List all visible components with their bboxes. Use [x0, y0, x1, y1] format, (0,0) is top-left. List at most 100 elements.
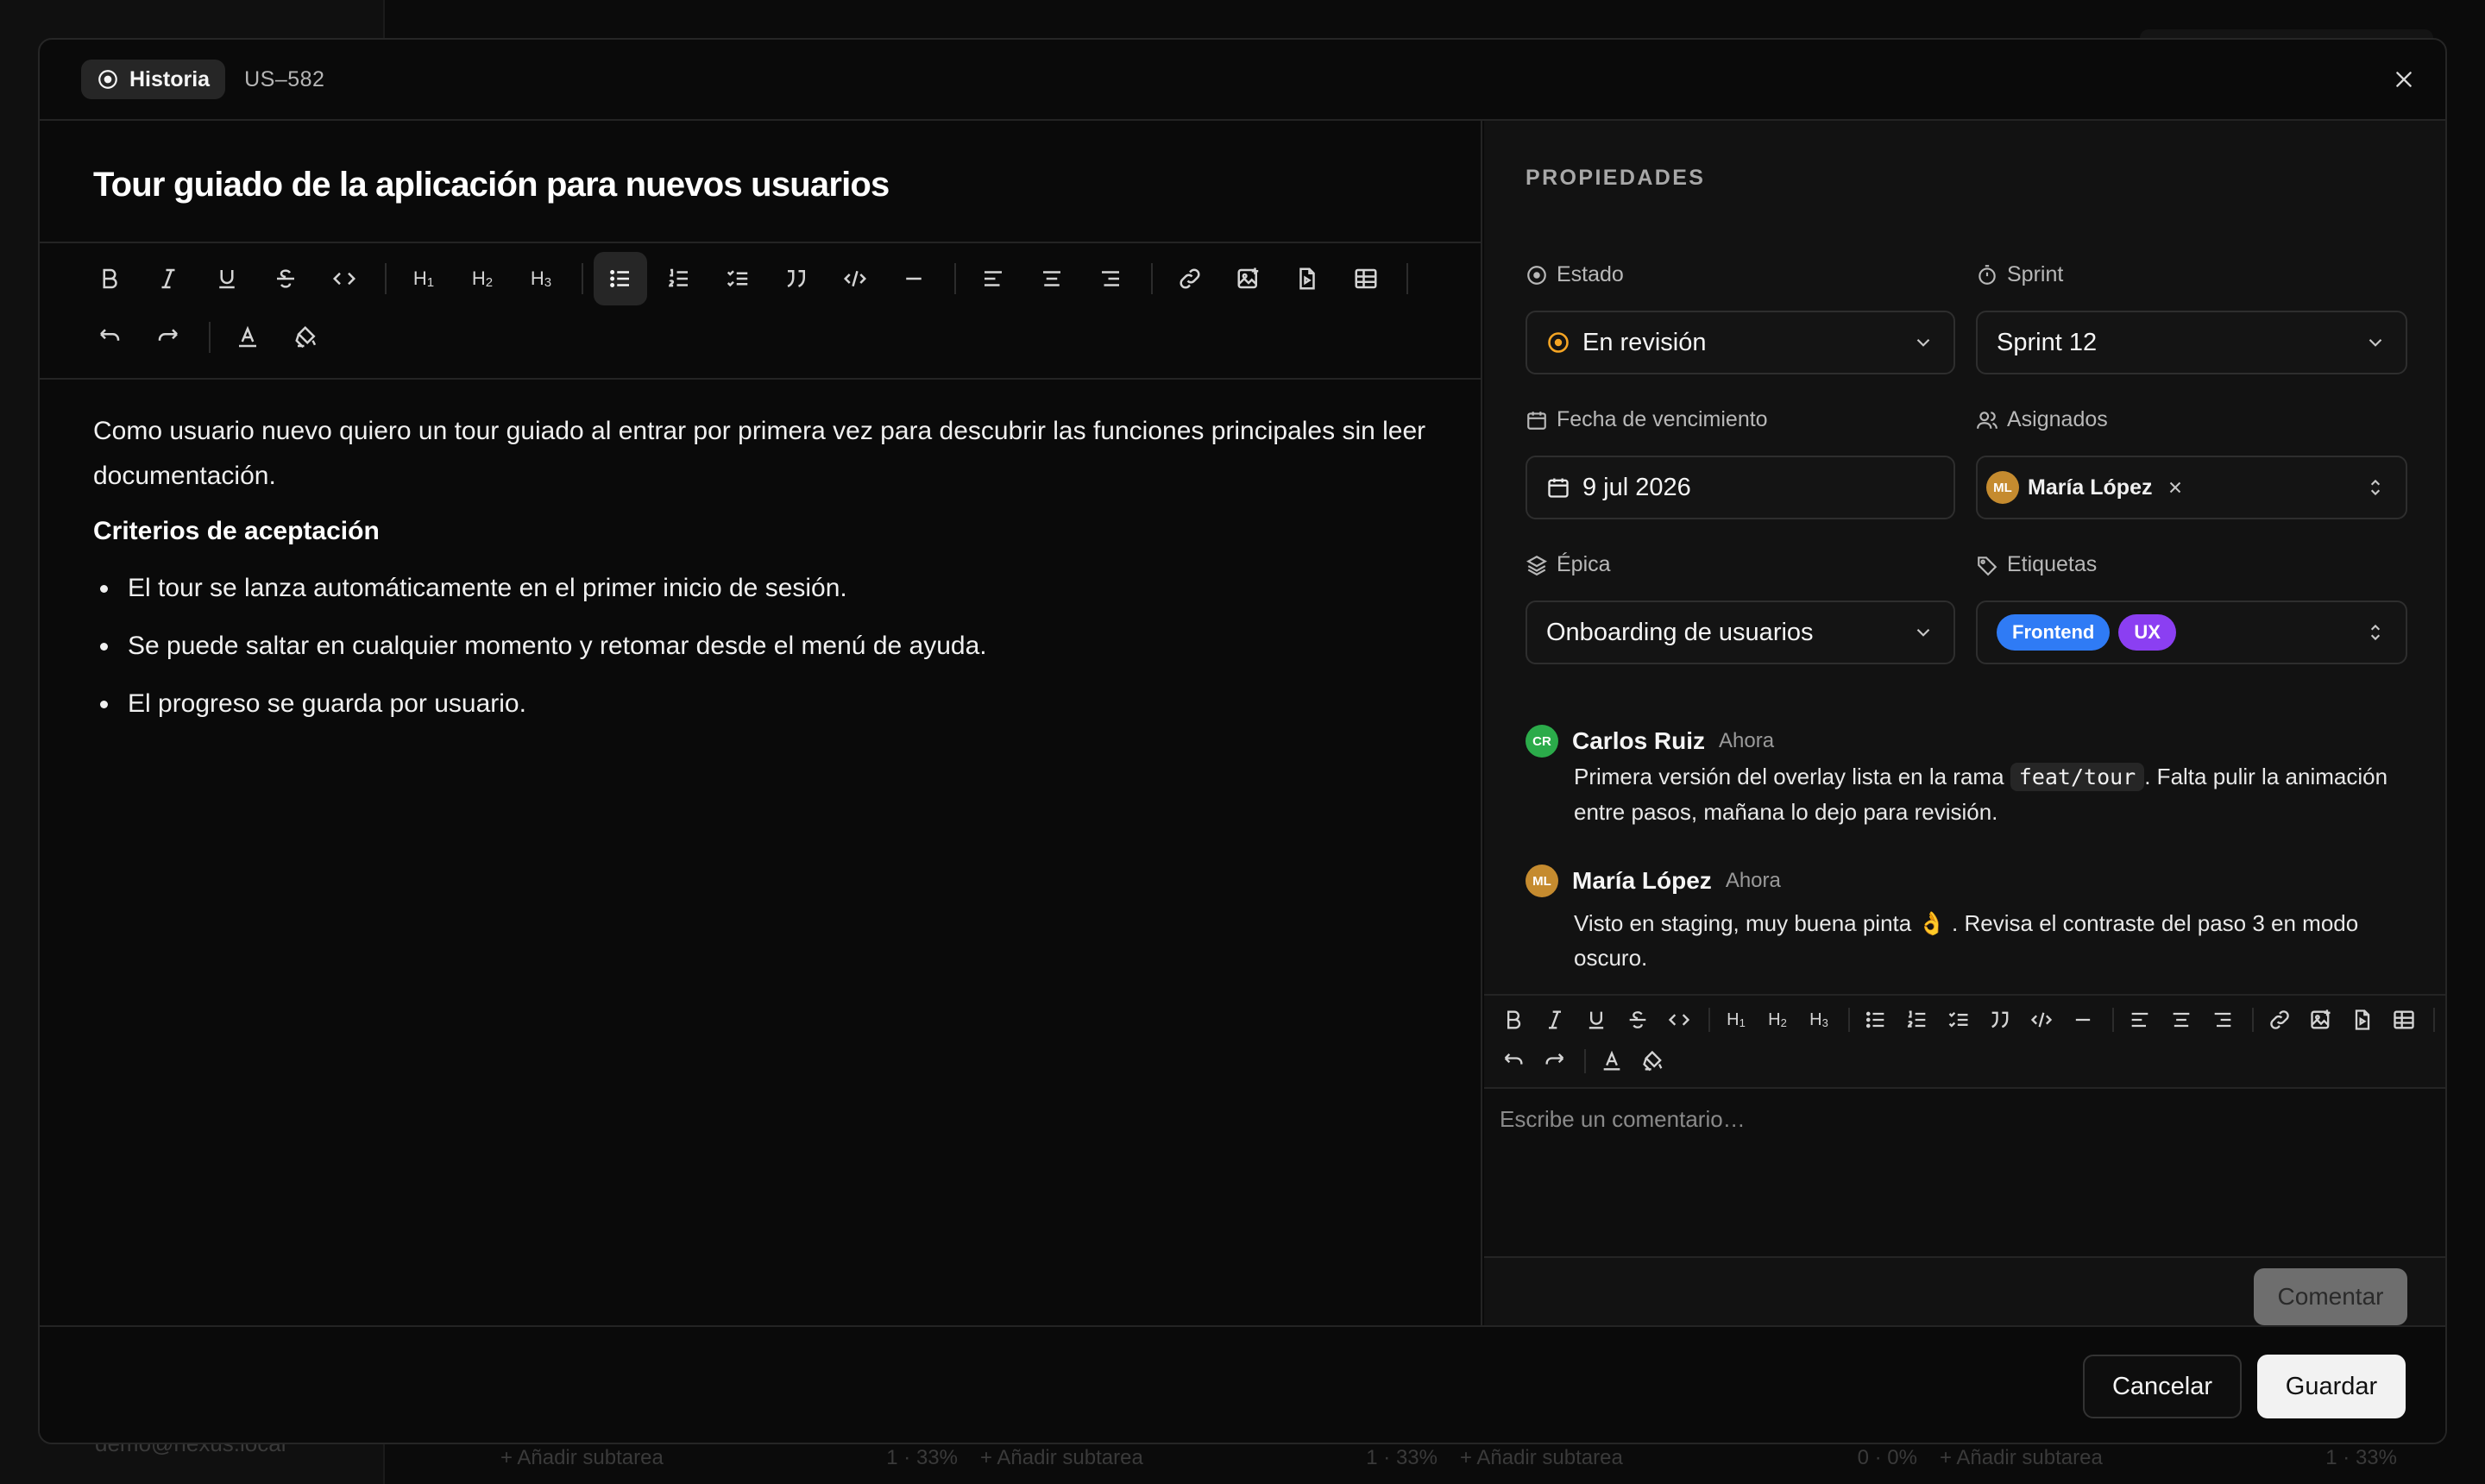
remove-assignee-icon[interactable]	[2166, 478, 2185, 497]
image-button[interactable]	[1222, 252, 1275, 305]
horizontal-rule-button[interactable]	[887, 252, 941, 305]
code-icon	[332, 272, 356, 286]
align-left-button[interactable]	[966, 252, 1020, 305]
strikethrough-icon	[277, 269, 294, 288]
estado-value: En revisión	[1582, 328, 1707, 356]
checklist-button[interactable]	[711, 252, 764, 305]
align-right-icon	[2214, 1012, 2231, 1028]
tag-frontend[interactable]: Frontend	[1997, 614, 2111, 651]
due-date-picker[interactable]: 9 jul 2026	[1526, 456, 1955, 519]
code-block-button[interactable]	[2023, 1001, 2060, 1039]
strikethrough-button[interactable]	[1619, 1001, 1657, 1039]
redo-button[interactable]	[142, 311, 195, 364]
tags-select[interactable]: Frontend UX	[1976, 601, 2407, 664]
issue-title[interactable]: Tour guiado de la aplicación para nuevos…	[93, 166, 890, 204]
sprint-select[interactable]: Sprint 12	[1976, 311, 2407, 374]
issue-key: US–582	[244, 66, 325, 91]
underline-icon	[1589, 1011, 1604, 1029]
cancel-button[interactable]: Cancelar	[2083, 1355, 2242, 1418]
heading-2-button[interactable]: H2	[456, 252, 509, 305]
code-icon	[1668, 1014, 1690, 1026]
horizontal-rule-button[interactable]	[2064, 1001, 2102, 1039]
code-block-button[interactable]	[828, 252, 882, 305]
heading-3-button[interactable]: H3	[1800, 1001, 1838, 1039]
undo-button[interactable]	[83, 311, 136, 364]
heading-1-button[interactable]: H1	[1717, 1001, 1755, 1039]
ordered-list-button[interactable]	[1898, 1001, 1936, 1039]
align-left-icon	[2131, 1012, 2148, 1028]
inline-code: feat/tour	[2010, 763, 2145, 791]
description-content[interactable]: Como usuario nuevo quiero un tour guiado…	[93, 409, 1439, 739]
file-button[interactable]	[1280, 252, 1334, 305]
align-left-icon	[985, 271, 1002, 286]
undo-button[interactable]	[1494, 1042, 1532, 1080]
chevron-down-icon	[1916, 628, 1930, 637]
align-right-button[interactable]	[1084, 252, 1137, 305]
link-button[interactable]	[1163, 252, 1217, 305]
link-icon	[1180, 268, 1200, 289]
strikethrough-button[interactable]	[259, 252, 312, 305]
table-button[interactable]	[1339, 252, 1393, 305]
ordered-list-icon	[669, 268, 688, 287]
comment-input[interactable]: Escribe un comentario…	[1484, 1089, 2445, 1258]
ordered-list-icon	[1907, 1010, 1926, 1028]
checklist-icon	[1948, 1012, 1968, 1028]
epic-value: Onboarding de usuarios	[1546, 618, 1814, 646]
highlight-button[interactable]	[1634, 1042, 1672, 1080]
background-subtask-row: + Añadir subtarea 1 · 33%	[980, 1446, 1438, 1469]
tag-ux[interactable]: UX	[2118, 614, 2176, 651]
bold-button[interactable]	[83, 252, 136, 305]
link-button[interactable]	[2261, 1001, 2299, 1039]
table-button[interactable]	[2385, 1001, 2423, 1039]
close-icon	[2396, 72, 2412, 87]
checklist-button[interactable]	[1940, 1001, 1978, 1039]
heading-2-button[interactable]: H2	[1758, 1001, 1796, 1039]
underline-button[interactable]	[1577, 1001, 1615, 1039]
close-button[interactable]	[2388, 64, 2419, 95]
estado-select[interactable]: En revisión	[1526, 311, 1955, 374]
comment-author: Carlos Ruiz	[1572, 727, 1706, 754]
comment-submit-button[interactable]: Comentar	[2254, 1268, 2407, 1325]
epic-select[interactable]: Onboarding de usuarios	[1526, 601, 1955, 664]
strikethrough-icon	[1629, 1011, 1646, 1028]
save-button[interactable]: Guardar	[2257, 1355, 2406, 1418]
criteria-list: El tour se lanza automáticamente en el p…	[93, 566, 1439, 726]
image-icon	[2311, 1009, 2331, 1029]
redo-button[interactable]	[1536, 1042, 1574, 1080]
bullet-list-button[interactable]	[594, 252, 647, 305]
code-block-icon	[2030, 1012, 2053, 1028]
code-block-icon	[843, 270, 867, 287]
inline-code-button[interactable]	[318, 252, 371, 305]
italic-button[interactable]	[1536, 1001, 1574, 1039]
bold-button[interactable]	[1494, 1001, 1532, 1039]
redo-icon	[1545, 1053, 1564, 1065]
align-center-button[interactable]	[1025, 252, 1079, 305]
highlight-icon	[1643, 1050, 1663, 1072]
horizontal-rule-icon	[2075, 1018, 2091, 1022]
horizontal-rule-icon	[906, 277, 922, 280]
align-right-button[interactable]	[2204, 1001, 2242, 1039]
align-center-button[interactable]	[2162, 1001, 2200, 1039]
heading-1-button[interactable]: H1	[397, 252, 450, 305]
file-button[interactable]	[2343, 1001, 2381, 1039]
estado-label: Estado	[1526, 262, 1624, 287]
properties-panel: PROPIEDADES Estado En revisión Sprint Sp…	[1484, 121, 2445, 1327]
quote-button[interactable]	[1981, 1001, 2019, 1039]
image-button[interactable]	[2302, 1001, 2340, 1039]
ordered-list-button[interactable]	[652, 252, 706, 305]
text-color-button[interactable]	[221, 311, 274, 364]
inline-code-button[interactable]	[1660, 1001, 1698, 1039]
text-color-button[interactable]	[1593, 1042, 1631, 1080]
heading-3-icon: H3	[1809, 1009, 1828, 1029]
assignees-select[interactable]: ML María López	[1976, 456, 2407, 519]
issue-type-chip[interactable]: Historia	[81, 60, 226, 99]
bold-icon	[103, 268, 117, 289]
align-left-button[interactable]	[2121, 1001, 2159, 1039]
bullet-list-button[interactable]	[1857, 1001, 1895, 1039]
heading-3-button[interactable]: H3	[514, 252, 568, 305]
quote-button[interactable]	[770, 252, 823, 305]
italic-button[interactable]	[142, 252, 195, 305]
highlight-button[interactable]	[280, 311, 333, 364]
heading-3-icon: H3	[530, 267, 552, 290]
underline-button[interactable]	[200, 252, 254, 305]
